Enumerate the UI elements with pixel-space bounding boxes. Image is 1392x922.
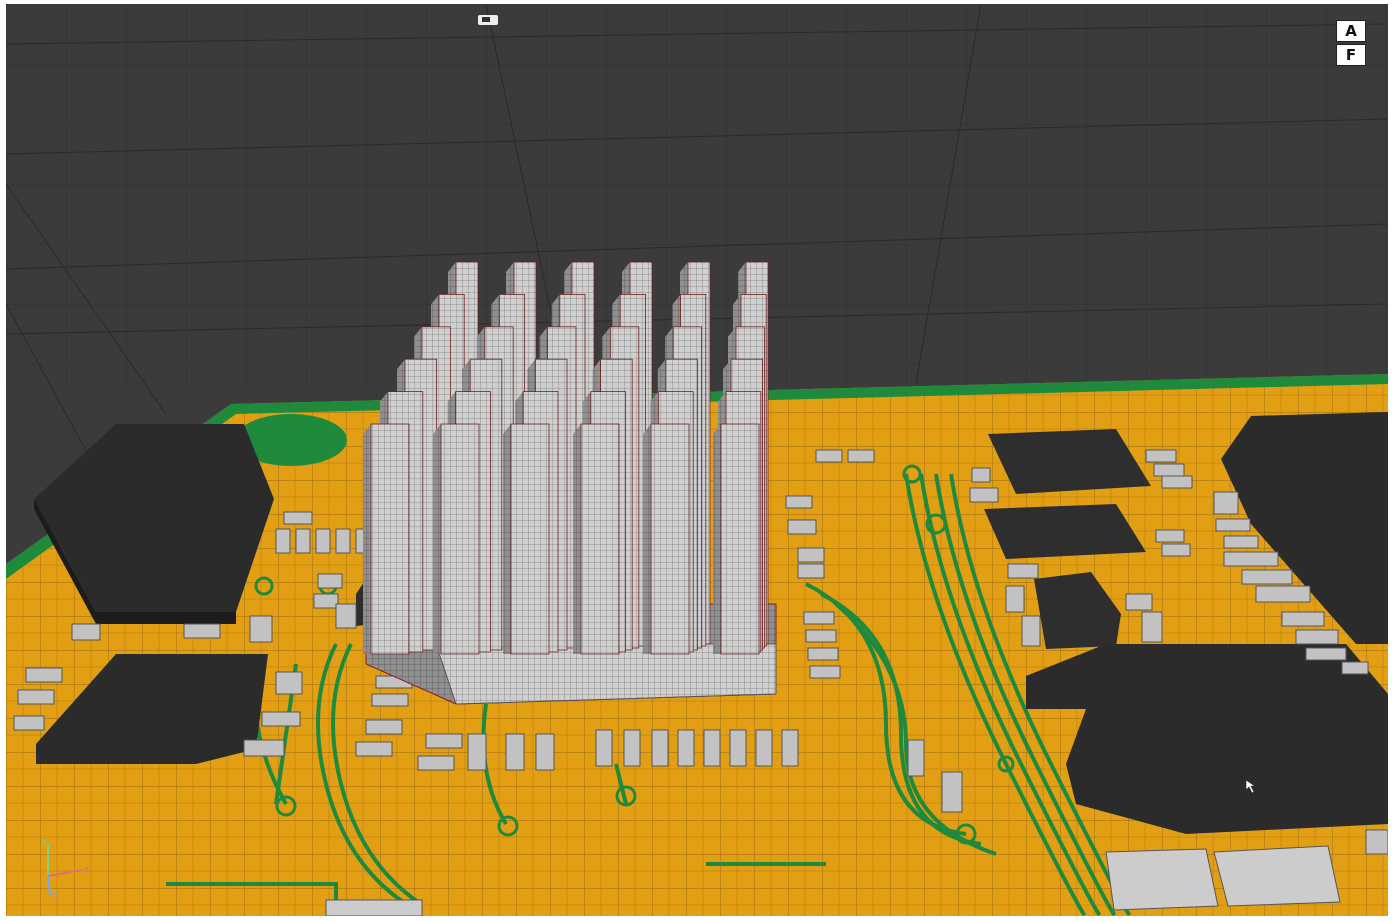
passive-component xyxy=(13,715,45,731)
svg-text:X: X xyxy=(83,866,89,876)
passive-component xyxy=(785,495,813,509)
svg-text:Z: Z xyxy=(52,893,58,903)
passive-component xyxy=(1161,475,1193,489)
passive-component xyxy=(505,733,525,771)
heatsink-fin-side xyxy=(573,424,581,654)
passive-component xyxy=(1021,615,1041,647)
passive-component xyxy=(971,467,991,483)
passive-component xyxy=(295,528,311,554)
passive-component xyxy=(249,615,273,643)
svg-text:Y: Y xyxy=(41,839,48,849)
passive-component xyxy=(317,573,343,589)
passive-component xyxy=(803,611,835,625)
passive-component xyxy=(1223,535,1259,549)
heatsink-fin xyxy=(580,423,620,655)
passive-component xyxy=(25,667,63,683)
3d-viewport[interactable]: Y X Z A F xyxy=(6,4,1388,916)
passive-component xyxy=(787,519,817,535)
passive-component xyxy=(243,739,285,757)
passive-component xyxy=(805,629,837,643)
passive-component xyxy=(275,671,303,695)
heatsink-fin-side xyxy=(503,424,511,654)
passive-component xyxy=(371,693,409,707)
passive-component xyxy=(183,623,221,639)
passive-component xyxy=(365,719,403,735)
passive-component xyxy=(1141,611,1163,643)
passive-component xyxy=(535,733,555,771)
passive-component xyxy=(1005,585,1025,613)
passive-component xyxy=(755,729,773,767)
passive-component xyxy=(1241,569,1293,585)
passive-component xyxy=(729,729,747,767)
view-cube-front-face[interactable]: F xyxy=(1336,44,1366,66)
passive-component xyxy=(275,528,291,554)
passive-component xyxy=(623,729,641,767)
passive-component xyxy=(1223,551,1279,567)
passive-component xyxy=(315,528,331,554)
passive-component xyxy=(969,487,999,503)
heatsink-fin xyxy=(720,423,760,655)
passive-component xyxy=(1281,611,1325,627)
passive-component xyxy=(1155,529,1185,543)
passive-component xyxy=(815,449,843,463)
passive-component xyxy=(907,739,925,777)
passive-component xyxy=(467,733,487,771)
view-cube-top-face[interactable]: A xyxy=(1336,20,1366,42)
passive-component xyxy=(1341,661,1369,675)
heatsink-fin-side xyxy=(363,424,371,654)
passive-component xyxy=(1305,647,1347,661)
passive-component xyxy=(1007,563,1039,579)
passive-component xyxy=(781,729,799,767)
heatsink-fin-side xyxy=(643,424,651,654)
passive-component xyxy=(595,729,613,767)
passive-component xyxy=(1145,449,1177,463)
heatsink-fin xyxy=(510,423,550,655)
passive-component xyxy=(797,563,825,579)
passive-component xyxy=(1125,593,1153,611)
heatsink-fin-side xyxy=(433,424,441,654)
passive-component xyxy=(847,449,875,463)
passive-component xyxy=(71,623,101,641)
heatsink-fin xyxy=(440,423,480,655)
passive-component xyxy=(809,665,841,679)
passive-component xyxy=(807,647,839,661)
pcb-scene[interactable]: Y X Z xyxy=(6,4,1388,916)
view-cube[interactable]: A F xyxy=(1336,20,1366,66)
passive-component xyxy=(261,711,301,727)
camera-marker-icon[interactable] xyxy=(478,15,498,25)
passive-component xyxy=(1161,543,1191,557)
passive-component xyxy=(703,729,721,767)
passive-component xyxy=(1255,585,1311,603)
passive-component xyxy=(941,771,963,813)
passive-component xyxy=(1295,629,1339,645)
passive-component xyxy=(1213,491,1239,515)
passive-component xyxy=(1365,829,1388,855)
passive-component xyxy=(425,733,463,749)
passive-component xyxy=(283,511,313,525)
passive-component xyxy=(355,741,393,757)
heatsink-fin xyxy=(650,423,690,655)
passive-component xyxy=(1215,518,1251,532)
passive-component xyxy=(17,689,55,705)
passive-component xyxy=(1153,463,1185,477)
heatsink-fin xyxy=(370,423,410,655)
passive-component xyxy=(651,729,669,767)
heatsink-fin-side xyxy=(713,424,721,654)
passive-component xyxy=(417,755,455,771)
passive-component xyxy=(335,528,351,554)
passive-component xyxy=(335,603,357,629)
passive-component xyxy=(313,593,339,609)
passive-component xyxy=(677,729,695,767)
passive-component xyxy=(797,547,825,563)
